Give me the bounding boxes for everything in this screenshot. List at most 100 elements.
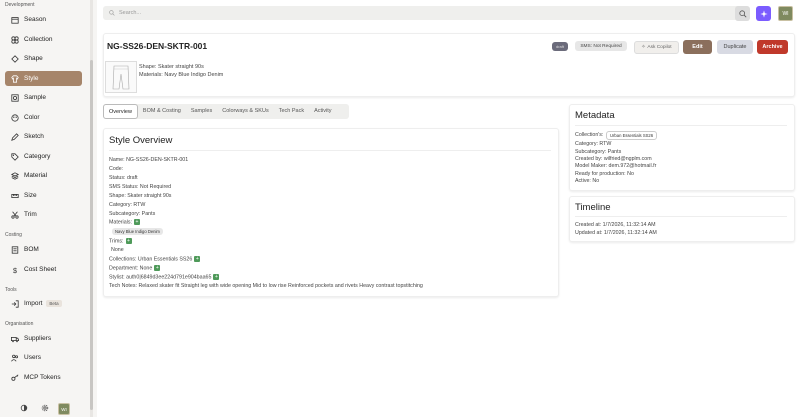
sidebar-item-style[interactable]: Style — [5, 71, 82, 86]
add-trim-button[interactable]: + — [125, 238, 132, 244]
divider — [575, 216, 787, 217]
sidebar-item-import[interactable]: Import Beta — [5, 296, 82, 311]
style-overview-card — [103, 128, 559, 297]
shirt-icon — [9, 74, 21, 83]
meta-ready: Ready for production: No — [575, 171, 634, 177]
tab-overview[interactable]: Overview — [103, 104, 138, 119]
tag-icon — [9, 152, 21, 161]
beta-badge: Beta — [46, 300, 62, 307]
add-department-button[interactable]: + — [154, 265, 161, 271]
tabs: Overview BOM & Costing Samples Colorways… — [103, 104, 337, 119]
timeline-updated: Updated at: 1/7/2026, 11:32:14 AM — [575, 230, 657, 236]
tab-samples[interactable]: Samples — [186, 104, 217, 117]
collection-tag[interactable]: Urban Essentials SS26 — [606, 131, 658, 140]
sidebar-item-sketch[interactable]: Sketch — [5, 129, 82, 144]
sample-icon — [9, 93, 21, 102]
truck-icon — [9, 335, 21, 343]
section-tools: Tools — [5, 287, 17, 293]
status-chip: draft — [552, 42, 568, 51]
collection-icon — [9, 35, 21, 44]
field-sms: SMS Status: Not Required — [109, 184, 172, 190]
meta-created-by: Created by: wilfried@ngplm.com — [575, 156, 652, 162]
field-department: Department: None + — [109, 265, 161, 272]
section-development: Development — [5, 2, 35, 8]
edit-button[interactable]: Edit — [683, 40, 712, 54]
sidebar-item-size[interactable]: Size — [5, 188, 82, 203]
timeline-title: Timeline — [575, 202, 611, 213]
duplicate-button[interactable]: Duplicate — [717, 40, 753, 54]
search-bar[interactable]: Search... — [103, 6, 748, 20]
calendar-icon — [9, 16, 21, 24]
sidebar-scrollbar-thumb[interactable] — [90, 60, 93, 410]
search-button[interactable] — [735, 6, 750, 21]
sms-chip: SMS: Not Required — [575, 41, 627, 51]
svg-text:$: $ — [13, 266, 17, 274]
archive-button[interactable]: Archive — [757, 40, 788, 54]
tab-activity[interactable]: Activity — [309, 104, 336, 117]
sidebar-item-material[interactable]: Material — [5, 168, 82, 183]
sketch-icon — [9, 132, 21, 141]
search-icon — [738, 9, 746, 17]
field-status: Status: draft — [109, 175, 138, 181]
tab-colorways-skus[interactable]: Colorways & SKUs — [217, 104, 273, 117]
theme-icon[interactable] — [19, 403, 29, 413]
sparkle-icon: ✧ — [641, 45, 646, 50]
field-collections: Collections: Urban Essentials SS26 + — [109, 256, 201, 263]
ask-copilot-button[interactable]: ✧ Ask Copilot — [634, 41, 679, 54]
field-shape: Shape: Skater straight 90s — [109, 193, 172, 199]
sidebar-item-sample[interactable]: Sample — [5, 90, 82, 105]
add-material-button[interactable]: + — [133, 219, 140, 225]
sidebar-item-users[interactable]: Users — [5, 350, 82, 365]
pants-sketch-image — [112, 65, 130, 90]
copilot-button[interactable] — [756, 6, 771, 21]
gear-icon[interactable] — [40, 403, 50, 413]
sidebar-item-season[interactable]: Season — [5, 12, 82, 27]
sidebar-item-collection[interactable]: Collection — [5, 32, 82, 47]
section-costing: Costing — [5, 232, 22, 238]
meta-active: Active: No — [575, 178, 600, 184]
sketch-thumbnail[interactable] — [105, 61, 137, 93]
sidebar-item-mcp-tokens[interactable]: MCP Tokens — [5, 370, 82, 385]
dollar-icon: $ — [9, 266, 21, 274]
field-stylist: Stylist: auth0|6849d3ee224d791e904baa65 + — [109, 274, 220, 281]
meta-model-maker: Model Maker: dem.972@hotmail.fr — [575, 163, 657, 169]
sidebar-avatar[interactable]: WI — [58, 403, 70, 415]
ruler-icon — [9, 192, 21, 200]
tab-tech-pack[interactable]: Tech Pack — [274, 104, 309, 117]
key-icon — [9, 373, 21, 382]
sidebar-item-category[interactable]: Category — [5, 149, 82, 164]
bom-icon — [9, 245, 21, 254]
sidebar-item-bom[interactable]: BOM — [5, 242, 82, 257]
trims-value: None — [111, 247, 124, 253]
metadata-title: Metadata — [575, 110, 615, 121]
field-materials: Materials: + — [109, 219, 140, 226]
meta-subcategory: Subcategory: Pants — [575, 149, 622, 155]
field-subcategory: Subcategory: Pants — [109, 211, 156, 217]
sidebar-item-cost-sheet[interactable]: $ Cost Sheet — [5, 262, 82, 277]
scissors-icon — [9, 211, 21, 219]
add-stylist-button[interactable]: + — [213, 274, 220, 280]
search-icon — [109, 10, 115, 16]
section-organisation: Organisation — [5, 321, 34, 327]
tab-bom-costing[interactable]: BOM & Costing — [138, 104, 186, 117]
sidebar-item-color[interactable]: Color — [5, 110, 82, 125]
field-category: Category: RTW — [109, 202, 146, 208]
sidebar-item-trim[interactable]: Trim — [5, 207, 82, 222]
shape-line: Shape: Skater straight 90s — [139, 64, 204, 70]
page-title: NG-SS26-DEN-SKTR-001 — [107, 41, 208, 51]
meta-category: Category: RTW — [575, 141, 612, 147]
search-placeholder: Search... — [119, 10, 142, 16]
palette-icon — [9, 113, 21, 122]
sidebar: Development Season Collection Shape Styl… — [0, 0, 92, 417]
shape-icon — [9, 54, 21, 63]
sidebar-item-suppliers[interactable]: Suppliers — [5, 331, 82, 346]
add-collection-button[interactable]: + — [194, 256, 201, 262]
field-tech-notes: Tech Notes: Relaxed skater fit Straight … — [109, 283, 423, 289]
field-trims: Trims: + — [109, 238, 132, 245]
sidebar-item-shape[interactable]: Shape — [5, 51, 82, 66]
main-content: Search... WI NG-SS26-DEN-SKTR-001 draft … — [97, 0, 800, 417]
field-code: Code: — [109, 166, 124, 172]
header-avatar[interactable]: WI — [778, 6, 793, 21]
style-overview-title: Style Overview — [109, 135, 173, 146]
material-tag[interactable]: Navy Blue Indigo Denim — [112, 228, 163, 235]
